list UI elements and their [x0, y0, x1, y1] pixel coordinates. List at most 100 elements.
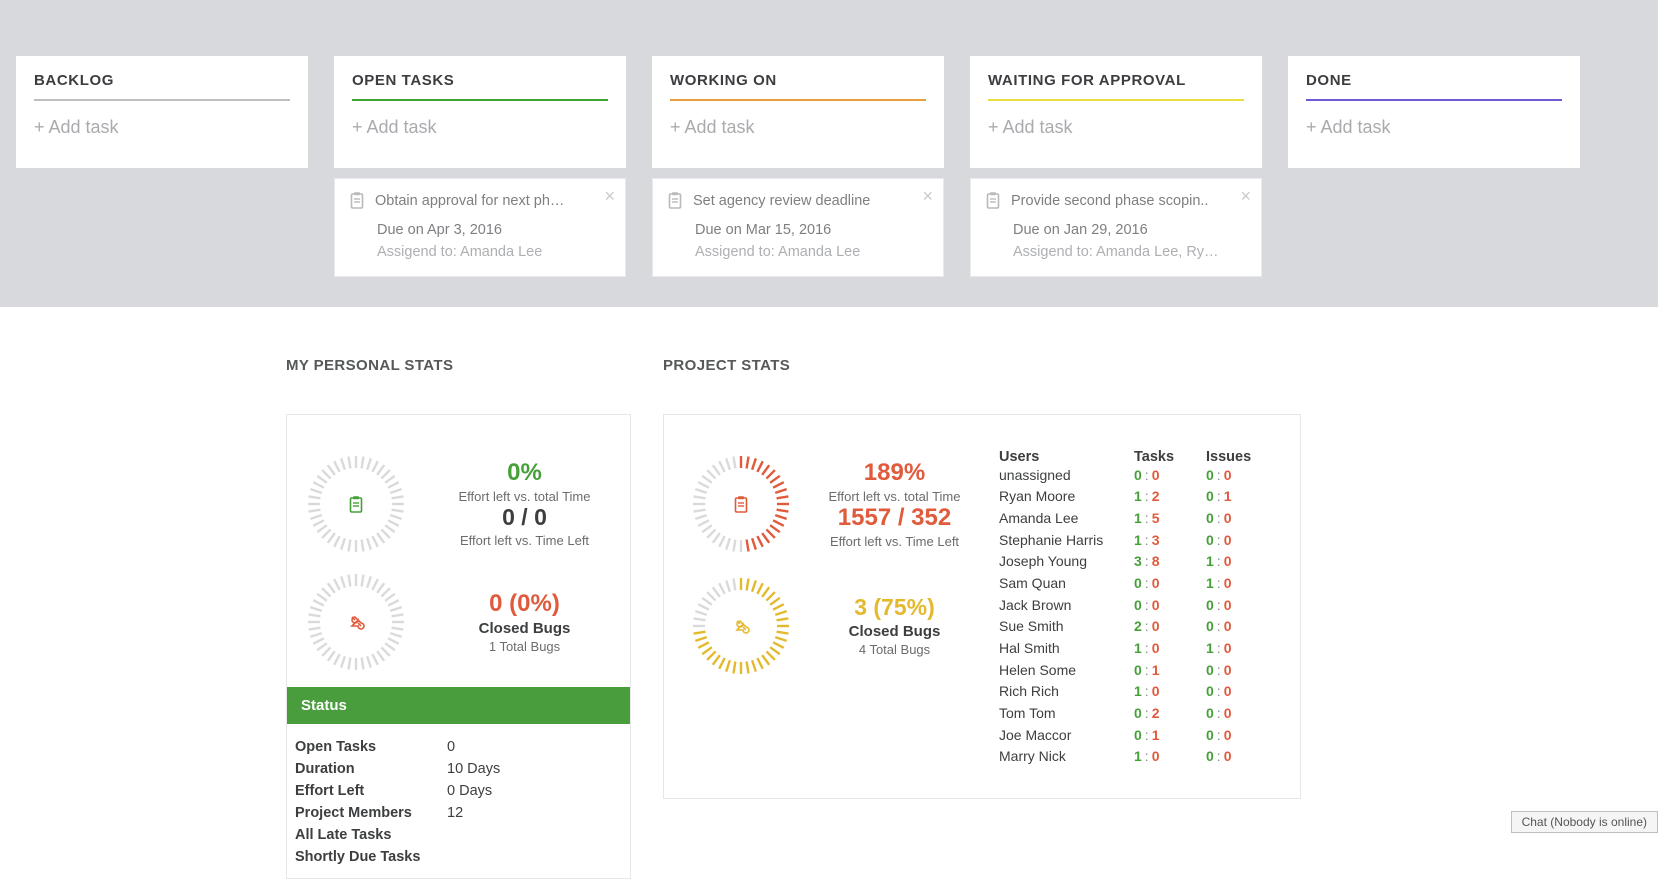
personal-effort-label-1: Effort left vs. total Time [433, 489, 616, 504]
column-title: BACKLOG [34, 72, 290, 89]
task-card[interactable]: ×Obtain approval for next ph…Due on Apr … [334, 178, 626, 277]
task-title: Provide second phase scopin.. [1011, 193, 1209, 209]
user-table-header-issues: Issues [1206, 449, 1278, 465]
user-tasks-pair: 0:1 [1134, 725, 1206, 747]
add-task-button[interactable]: + Add task [34, 117, 290, 138]
clipboard-icon [985, 191, 1001, 212]
user-name: Stephanie Harris [999, 530, 1134, 552]
project-bugs-gauge [686, 571, 796, 681]
user-row: Joseph Young3:81:0 [999, 551, 1278, 573]
task-title: Obtain approval for next ph… [375, 193, 564, 209]
project-effort-label-1: Effort left vs. total Time [818, 489, 971, 504]
personal-effort-gauge [301, 449, 411, 559]
stats-area: MY PERSONAL STATS 0% Effort left vs. tot… [0, 307, 1658, 879]
stat-key: Effort Left [295, 783, 447, 799]
user-name: Sue Smith [999, 616, 1134, 638]
add-task-button[interactable]: + Add task [670, 117, 926, 138]
project-bugs-label-2: 4 Total Bugs [818, 642, 971, 657]
stat-value: 10 Days [447, 761, 500, 777]
task-assignees: Assigend to: Amanda Lee [377, 244, 611, 260]
close-icon[interactable]: × [1240, 187, 1251, 205]
kanban-column: WAITING FOR APPROVAL + Add task × Provide s… [970, 56, 1262, 277]
personal-stats-heading: MY PERSONAL STATS [286, 357, 631, 374]
column-title: WAITING FOR APPROVAL [988, 72, 1244, 89]
stat-value: 12 [447, 805, 463, 821]
user-name: Sam Quan [999, 573, 1134, 595]
close-icon[interactable]: × [922, 187, 933, 205]
user-row: Amanda Lee1:50:0 [999, 508, 1278, 530]
column-divider [352, 99, 608, 101]
column-divider [34, 99, 290, 101]
user-tasks-pair: 2:0 [1134, 616, 1206, 638]
kanban-column: WORKING ON + Add task ×Set agency review d… [652, 56, 944, 277]
personal-bugs-label-2: 1 Total Bugs [433, 639, 616, 654]
user-name: Amanda Lee [999, 508, 1134, 530]
stat-key: All Late Tasks [295, 827, 447, 843]
user-row: Helen Some0:10:0 [999, 660, 1278, 682]
stat-row: Open Tasks0 [295, 736, 622, 758]
kanban-board: BACKLOG + Add task OPEN TASKS + Add task × Ob… [0, 0, 1658, 307]
kanban-column: DONE + Add task [1288, 56, 1580, 277]
task-card[interactable]: ×Set agency review deadlineDue on Mar 15… [652, 178, 944, 277]
close-icon[interactable]: × [604, 187, 615, 205]
user-row: Hal Smith1:01:0 [999, 638, 1278, 660]
user-table-header-users: Users [999, 449, 1134, 465]
kanban-column: OPEN TASKS + Add task × Obtain approval for… [334, 56, 626, 277]
user-name: Joseph Young [999, 551, 1134, 573]
user-name: Rich Rich [999, 681, 1134, 703]
column-header: WAITING FOR APPROVAL + Add task [970, 56, 1262, 168]
add-task-button[interactable]: + Add task [1306, 117, 1562, 138]
clipboard-icon [667, 191, 683, 212]
kanban-column: BACKLOG + Add task [16, 56, 308, 277]
column-header: DONE + Add task [1288, 56, 1580, 168]
stat-row: Effort Left0 Days [295, 780, 622, 802]
user-name: unassigned [999, 465, 1134, 487]
project-bugs-count: 3 (75%) [818, 594, 971, 621]
task-card[interactable]: × Provide second phase scopin.. Due on Jan… [970, 178, 1262, 277]
personal-stats-card: 0% Effort left vs. total Time 0 / 0 Effo… [286, 414, 631, 879]
user-name: Jack Brown [999, 595, 1134, 617]
user-issues-pair: 1:0 [1206, 638, 1278, 660]
user-tasks-pair: 1:3 [1134, 530, 1206, 552]
project-effort-ratio: 1557 / 352 [818, 504, 971, 532]
stat-row: Shortly Due Tasks [295, 846, 622, 868]
personal-kv-list: Open Tasks0Duration10 DaysEffort Left0 D… [287, 724, 630, 868]
stat-key: Duration [295, 761, 447, 777]
user-name: Hal Smith [999, 638, 1134, 660]
user-issues-pair: 0:0 [1206, 616, 1278, 638]
user-row: Sam Quan0:01:0 [999, 573, 1278, 595]
stat-key: Shortly Due Tasks [295, 849, 447, 865]
personal-effort-pct: 0% [433, 459, 616, 487]
stat-row: All Late Tasks [295, 824, 622, 846]
user-tasks-pair: 1:0 [1134, 638, 1206, 660]
add-task-button[interactable]: + Add task [988, 117, 1244, 138]
user-tasks-pair: 0:2 [1134, 703, 1206, 725]
clipboard-icon [349, 191, 365, 212]
column-divider [1306, 99, 1562, 101]
column-title: OPEN TASKS [352, 72, 608, 89]
user-row: Sue Smith2:00:0 [999, 616, 1278, 638]
task-due-date: Due on Jan 29, 2016 [1013, 222, 1247, 238]
add-task-button[interactable]: + Add task [352, 117, 608, 138]
task-assignees: Assigend to: Amanda Lee, Ry… [1013, 244, 1247, 260]
column-divider [988, 99, 1244, 101]
user-tasks-pair: 1:0 [1134, 681, 1206, 703]
personal-bugs-count: 0 (0%) [433, 590, 616, 618]
stat-row: Duration10 Days [295, 758, 622, 780]
column-header: WORKING ON + Add task [652, 56, 944, 168]
user-name: Ryan Moore [999, 486, 1134, 508]
personal-bugs-gauge [301, 567, 411, 677]
user-tasks-pair: 1:2 [1134, 486, 1206, 508]
project-stats-heading: PROJECT STATS [663, 357, 1301, 374]
user-tasks-pair: 0:0 [1134, 573, 1206, 595]
chat-status-strip[interactable]: Chat (Nobody is online) [1511, 811, 1658, 833]
user-issues-pair: 0:0 [1206, 725, 1278, 747]
user-issues-pair: 0:0 [1206, 465, 1278, 487]
project-bugs-label-1: Closed Bugs [818, 623, 971, 640]
column-title: WORKING ON [670, 72, 926, 89]
column-title: DONE [1306, 72, 1562, 89]
user-tasks-pair: 1:5 [1134, 508, 1206, 530]
user-issues-pair: 0:0 [1206, 595, 1278, 617]
user-tasks-pair: 0:0 [1134, 595, 1206, 617]
project-effort-pct: 189% [818, 459, 971, 487]
